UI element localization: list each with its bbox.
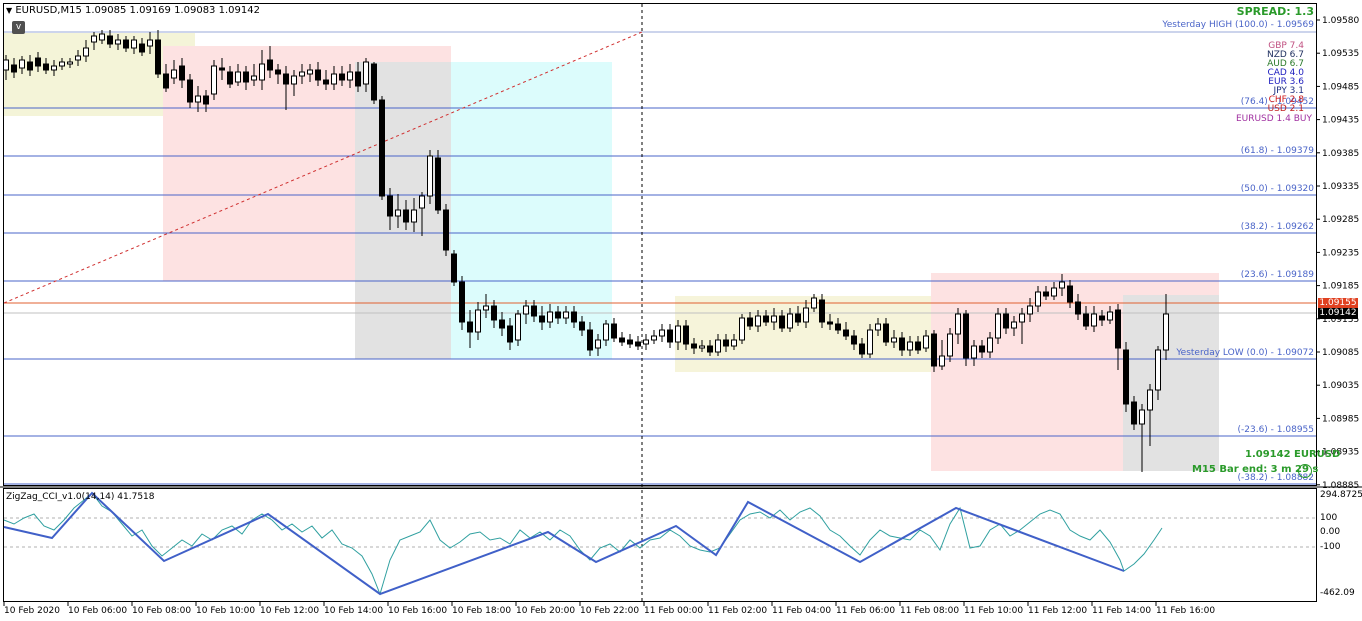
symbol-header: ▼ EURUSD,M15 1.09085 1.09169 1.09083 1.0… bbox=[6, 5, 260, 16]
time-axis: 10 Feb 2020 10 Feb 06:00 10 Feb 08:00 10 Fe… bbox=[3, 602, 1215, 616]
time-tick-label: 10 Feb 22:00 bbox=[580, 606, 639, 616]
price-box-line: 1.09142 EURUSD bbox=[1245, 449, 1341, 460]
time-tick-label: 11 Feb 10:00 bbox=[964, 606, 1023, 616]
time-tick-label: 10 Feb 18:00 bbox=[452, 606, 511, 616]
candle-bear bbox=[667, 324, 673, 348]
candle-bear bbox=[371, 62, 377, 104]
zone-boxes bbox=[4, 33, 1219, 471]
candle-bear bbox=[379, 96, 385, 200]
time-tick-label: 10 Feb 14:00 bbox=[324, 606, 383, 616]
current-price-marker: 1.09142 bbox=[1318, 308, 1358, 319]
cci-line bbox=[3, 492, 1163, 596]
symbol-info: EURUSD,M15 1.09085 1.09169 1.09083 1.091… bbox=[15, 5, 260, 16]
fib-label-23: (23.6) - 1.09189 bbox=[1240, 270, 1314, 280]
time-tick-label: 11 Feb 06:00 bbox=[836, 606, 895, 616]
zigzag-line bbox=[3, 491, 1125, 596]
indicator-axis-0: 0.00 bbox=[1320, 527, 1341, 537]
time-tick-label: 11 Feb 00:00 bbox=[644, 606, 703, 616]
fib-label-m23: (-23.6) - 1.08955 bbox=[1237, 425, 1315, 435]
candle-bull bbox=[643, 334, 649, 350]
time-tick-label: 11 Feb 04:00 bbox=[772, 606, 831, 616]
time-tick-label: 11 Feb 12:00 bbox=[1028, 606, 1087, 616]
price-tick-label: 1.09485 bbox=[1322, 82, 1359, 92]
time-tick-label: 11 Feb 02:00 bbox=[708, 606, 767, 616]
candle-bull bbox=[427, 150, 433, 204]
time-tick-label: 10 Feb 08:00 bbox=[132, 606, 191, 616]
candle-bear bbox=[451, 250, 457, 286]
price-tick-label: 1.09385 bbox=[1322, 149, 1359, 159]
signal-label: EURUSD 1.4 BUY bbox=[1235, 114, 1312, 124]
candle-bull bbox=[211, 60, 217, 100]
indicator-axis-100: 100 bbox=[1320, 513, 1338, 523]
time-tick-label: 11 Feb 14:00 bbox=[1092, 606, 1151, 616]
price-tick-label: 1.09535 bbox=[1322, 49, 1359, 59]
candle-bull bbox=[739, 314, 745, 344]
candle-bull bbox=[659, 324, 665, 342]
price-tick-label: 1.09035 bbox=[1322, 381, 1359, 391]
indicator-axis-top: 294.8725 bbox=[1320, 490, 1362, 500]
candle-bear bbox=[963, 310, 969, 366]
price-tick-label: 1.09435 bbox=[1322, 116, 1359, 126]
spread-label: SPREAD: 1.3 bbox=[1236, 5, 1314, 18]
strength-usd: USD 2.1 bbox=[1267, 104, 1304, 114]
price-tick-label: 1.08985 bbox=[1322, 414, 1359, 424]
candle-bear bbox=[459, 276, 465, 330]
candle-bear bbox=[627, 334, 633, 348]
indicator-title: ZigZag_CCI_v1.0(14,14) 41.7518 bbox=[6, 492, 155, 502]
yesterday-low-label: Yesterday LOW (0.0) - 1.09072 bbox=[1176, 348, 1314, 358]
price-tick-label: 1.09335 bbox=[1322, 182, 1359, 192]
time-tick-label: 10 Feb 10:00 bbox=[196, 606, 255, 616]
chart-canvas: 1.09580 1.09535 1.09485 1.09435 1.09385 1.093… bbox=[0, 3, 1362, 616]
fib-label-61: (61.8) - 1.09379 bbox=[1240, 146, 1314, 156]
indicator-axis-m100: -100 bbox=[1320, 542, 1341, 552]
candle-bear bbox=[931, 330, 937, 372]
time-tick-label: 10 Feb 20:00 bbox=[516, 606, 575, 616]
candle-bull bbox=[651, 330, 657, 344]
currency-strength-panel: GBP 7.4 NZD 6.7 AUD 6.7 CAD 4.0 EUR 3.6 JPY 3… bbox=[1267, 42, 1304, 114]
price-tick-label: 1.09085 bbox=[1322, 348, 1359, 358]
candle-bear bbox=[435, 150, 441, 214]
fib-label-50: (50.0) - 1.09320 bbox=[1240, 184, 1314, 194]
candle-bear bbox=[611, 318, 617, 342]
time-tick-label: 10 Feb 2020 bbox=[4, 606, 60, 616]
fib-label-38: (38.2) - 1.09262 bbox=[1240, 222, 1314, 232]
price-tick-label: 1.09285 bbox=[1322, 215, 1359, 225]
price-tick-label: 1.09235 bbox=[1322, 248, 1359, 258]
zone-grey-2 bbox=[1123, 295, 1219, 471]
indicator-axis-bottom: -462.09 bbox=[1320, 588, 1355, 598]
time-tick-label: 10 Feb 16:00 bbox=[388, 606, 447, 616]
candle-bear bbox=[443, 204, 449, 256]
time-tick-label: 10 Feb 06:00 bbox=[68, 606, 127, 616]
candle-bear bbox=[635, 336, 641, 350]
yesterday-high-label: Yesterday HIGH (100.0) - 1.09569 bbox=[1162, 20, 1314, 30]
price-tick-label: 1.09580 bbox=[1322, 16, 1359, 26]
time-tick-label: 11 Feb 08:00 bbox=[900, 606, 959, 616]
time-tick-label: 11 Feb 16:00 bbox=[1156, 606, 1215, 616]
candle-bear bbox=[619, 332, 625, 346]
candle-bear bbox=[1123, 342, 1129, 412]
price-tick-label: 1.09185 bbox=[1322, 282, 1359, 292]
time-tick-label: 10 Feb 12:00 bbox=[260, 606, 319, 616]
price-axis: 1.09580 1.09535 1.09485 1.09435 1.09385 1.093… bbox=[1316, 16, 1359, 491]
menu-triangle-icon[interactable]: ▼ bbox=[6, 6, 12, 15]
clock-icon bbox=[1298, 464, 1312, 478]
collapse-button[interactable]: v bbox=[12, 21, 25, 34]
